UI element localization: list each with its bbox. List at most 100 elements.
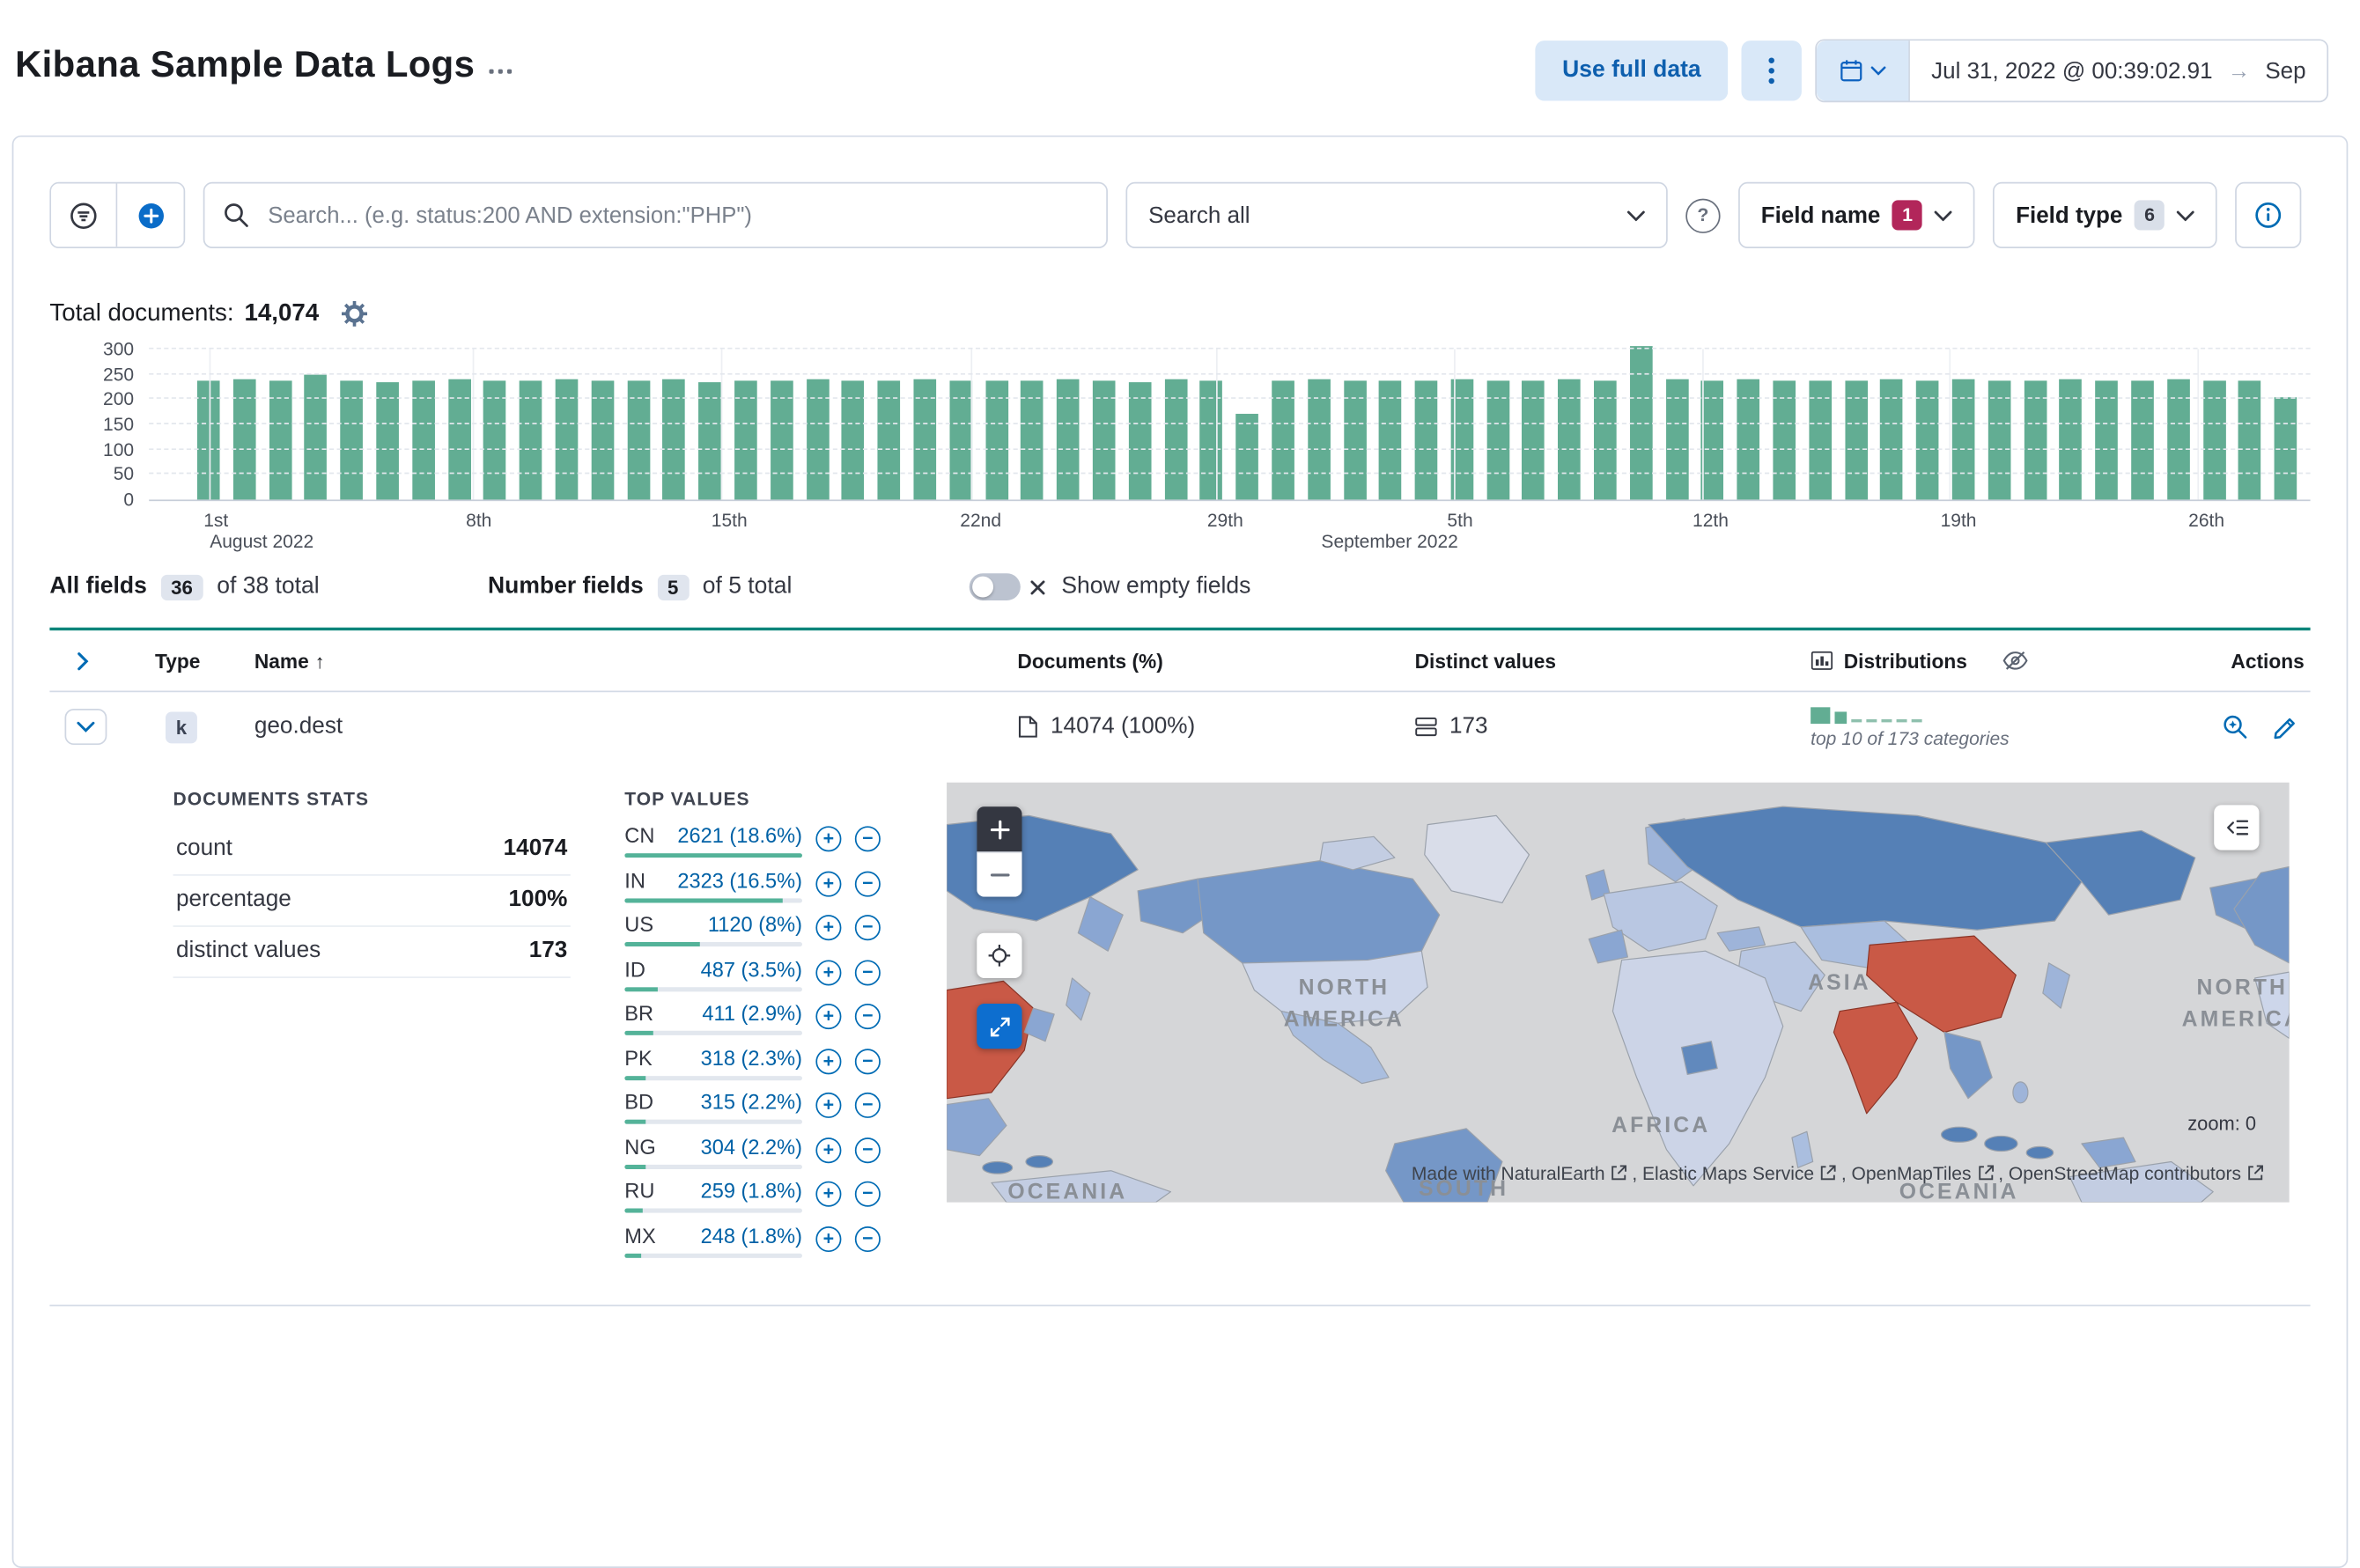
x-month-label: August 2022 [210, 531, 314, 553]
filter-out-value-button[interactable]: − [854, 870, 881, 896]
histogram-bar[interactable] [555, 379, 579, 500]
chevron-right-icon [77, 651, 89, 670]
top-value-progress-fill [624, 986, 658, 991]
hide-distributions-button[interactable] [2002, 650, 2029, 671]
date-range-picker: Jul 31, 2022 @ 00:39:02.91 → Sep [1815, 39, 2329, 103]
histogram-bar[interactable] [698, 381, 721, 500]
explore-field-button[interactable] [2222, 713, 2249, 740]
filter-for-value-button[interactable]: + [815, 1092, 842, 1118]
top-value-main: ID 487 (3.5%) [624, 958, 802, 991]
filter-for-value-button[interactable]: + [815, 870, 842, 896]
filter-out-value-button[interactable]: − [854, 826, 881, 852]
total-documents-row: Total documents: 14,074 [49, 299, 2310, 328]
zoom-in-button[interactable] [977, 806, 1022, 852]
attribution-link[interactable]: OpenStreetMap contributors [2009, 1163, 2241, 1184]
more-options-button[interactable] [1741, 40, 1803, 101]
histogram-bar[interactable] [1057, 379, 1080, 500]
filter-out-value-button[interactable]: − [854, 1004, 881, 1030]
top-value-label[interactable]: 2323 (16.5%) [677, 869, 802, 892]
top-value-label[interactable]: 259 (1.8%) [701, 1180, 802, 1203]
attribution-link[interactable]: OpenMapTiles [1852, 1163, 1972, 1184]
field-type-filter-button[interactable]: Field type 6 [1993, 181, 2218, 249]
histogram-bar[interactable] [232, 379, 256, 500]
filter-out-value-button[interactable]: − [854, 1137, 881, 1163]
field-name-cell[interactable]: geo.dest [254, 713, 1018, 740]
field-name-filter-button[interactable]: Field name 1 [1738, 181, 1976, 249]
zoom-out-button[interactable] [977, 851, 1022, 897]
filter-out-value-button[interactable]: − [854, 959, 881, 985]
map-zoom-controls [977, 806, 1022, 897]
minus-icon [990, 873, 1009, 877]
top-value-label[interactable]: 315 (2.2%) [701, 1091, 802, 1114]
top-value-progress-track [624, 1208, 802, 1213]
histogram-bar[interactable] [376, 381, 399, 500]
help-icon[interactable]: ? [1685, 197, 1721, 233]
top-value-row: ID 487 (3.5%) + − [624, 958, 892, 991]
context-menu-icon[interactable] [490, 68, 513, 73]
filter-out-value-button[interactable]: − [854, 915, 881, 941]
date-range-end[interactable]: Sep [2265, 58, 2305, 84]
top-value-label[interactable]: 1120 (8%) [708, 913, 802, 936]
documents-stats-list: count 14074 percentage 100% distinct values 1… [173, 825, 571, 978]
column-header-distinct-values[interactable]: Distinct values [1415, 650, 1811, 673]
histogram-bar[interactable] [1235, 414, 1259, 500]
filter-fields-button[interactable] [51, 183, 118, 247]
filter-for-value-button[interactable]: + [815, 959, 842, 985]
filter-out-value-button[interactable]: − [854, 1181, 881, 1207]
vertical-dots-icon [1768, 57, 1775, 85]
expand-all-button[interactable] [49, 651, 155, 670]
collapse-row-button[interactable] [64, 709, 107, 746]
top-value-label[interactable]: 487 (3.5%) [701, 958, 802, 981]
show-empty-fields-toggle[interactable] [970, 573, 1021, 600]
top-value-label[interactable]: 304 (2.2%) [701, 1136, 802, 1159]
attribution-link[interactable]: NaturalEarth [1501, 1163, 1605, 1184]
table-row[interactable]: k geo.dest 14074 (100%) 173 top 10 of 17… [49, 692, 2310, 762]
top-value-code: MX [624, 1224, 656, 1248]
filter-for-value-button[interactable]: + [815, 1226, 842, 1252]
attribution-link[interactable]: Elastic Maps Service [1642, 1163, 1814, 1184]
top-value-label[interactable]: 411 (2.9%) [702, 1002, 802, 1025]
top-value-label[interactable]: 248 (1.8%) [701, 1224, 802, 1247]
filter-for-value-button[interactable]: + [815, 1004, 842, 1030]
collapse-legend-button[interactable] [2214, 805, 2260, 850]
filter-for-value-button[interactable]: + [815, 1137, 842, 1163]
eye-slash-icon [2002, 651, 2028, 670]
gear-icon[interactable] [341, 300, 367, 327]
filter-for-value-button[interactable]: + [815, 1048, 842, 1074]
filter-for-value-button[interactable]: + [815, 1181, 842, 1207]
search-all-select[interactable]: Search all [1125, 181, 1668, 249]
calendar-button[interactable] [1817, 40, 1911, 101]
search-all-value: Search all [1148, 202, 1250, 228]
edit-field-button[interactable] [2273, 713, 2298, 740]
column-header-name[interactable]: Name ↑ [254, 650, 1018, 673]
histogram-bar[interactable] [304, 374, 328, 500]
top-value-progress-fill [624, 941, 701, 947]
y-tick-label: 100 [103, 438, 135, 460]
filter-for-value-button[interactable]: + [815, 826, 842, 852]
column-header-type[interactable]: Type [155, 650, 254, 673]
documents-stats-title: DOCUMENTS STATS [173, 788, 370, 810]
pencil-icon [2274, 718, 2295, 739]
add-field-filter-button[interactable] [117, 183, 184, 247]
filter-for-value-button[interactable]: + [815, 915, 842, 941]
top-value-progress-track [624, 941, 802, 947]
filter-out-value-button[interactable]: − [854, 1092, 881, 1118]
choropleth-map[interactable]: zoom: 0 Made with NaturalEarth, Elastic … [947, 782, 2290, 1203]
top-value-label[interactable]: 318 (2.3%) [701, 1047, 802, 1070]
filter-out-value-button[interactable]: − [854, 1226, 881, 1252]
column-header-documents[interactable]: Documents (%) [1017, 650, 1414, 673]
top-value-main: US 1120 (8%) [624, 913, 802, 947]
expand-icon [990, 1016, 1009, 1036]
expand-map-button[interactable] [977, 1004, 1022, 1049]
info-button[interactable] [2235, 181, 2302, 249]
use-full-data-button[interactable]: Use full data [1535, 40, 1729, 101]
filter-out-value-button[interactable]: − [854, 1048, 881, 1074]
info-icon [2255, 202, 2282, 228]
top-value-label[interactable]: 2621 (18.6%) [677, 825, 802, 848]
search-input[interactable] [203, 181, 1108, 249]
histogram-bar[interactable] [1128, 381, 1152, 500]
top-value-main: BD 315 (2.2%) [624, 1091, 802, 1124]
set-map-bounds-button[interactable] [977, 932, 1022, 978]
top-value-code: BR [624, 1002, 654, 1025]
date-range-start[interactable]: Jul 31, 2022 @ 00:39:02.91 [1931, 58, 2212, 84]
